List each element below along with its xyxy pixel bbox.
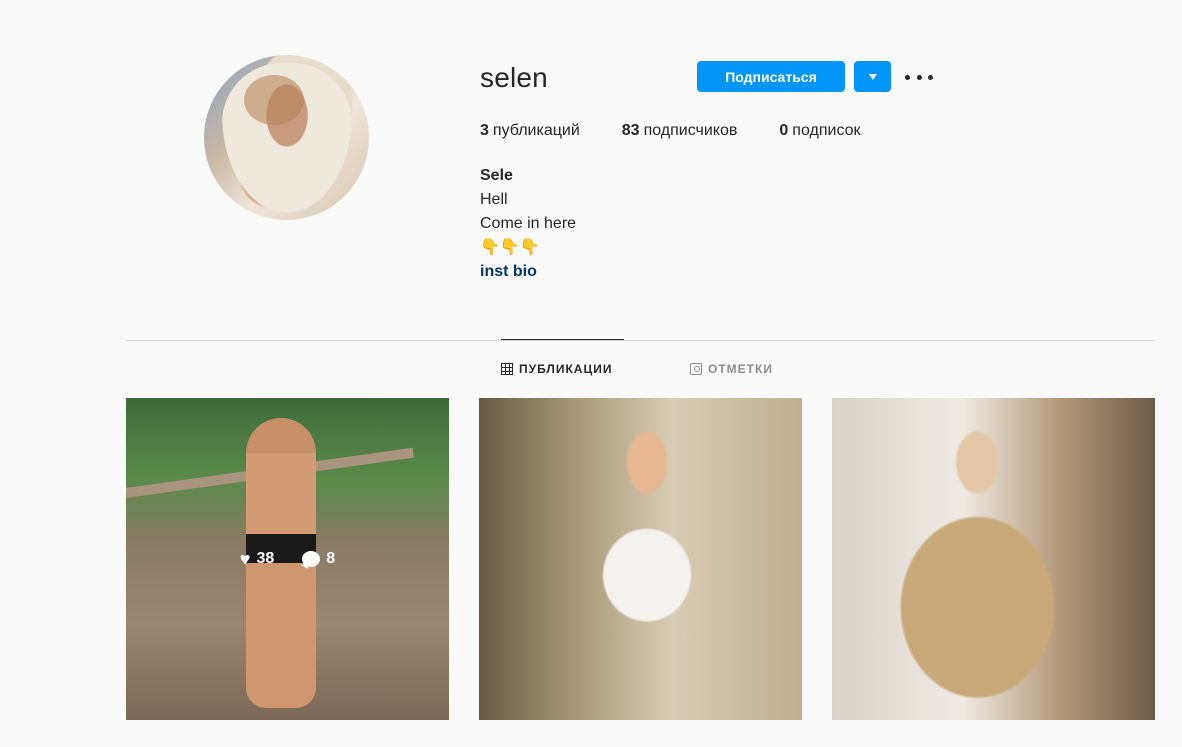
- chevron-down-icon: [868, 73, 877, 80]
- grid-icon: [501, 363, 513, 375]
- profile-username: selen: [480, 62, 548, 93]
- tab-posts-label: ПУБЛИКАЦИИ: [519, 362, 613, 376]
- post-thumbnail[interactable]: [479, 398, 802, 720]
- tab-posts[interactable]: ПУБЛИКАЦИИ: [501, 362, 612, 376]
- username-redaction: [555, 70, 675, 94]
- dot-icon: [905, 74, 910, 80]
- post-thumbnail[interactable]: ♥ 38 8: [126, 398, 449, 720]
- bio-emoji-line: 👇👇👇: [480, 239, 540, 256]
- post-likes-count: 38: [256, 550, 275, 567]
- heart-icon: ♥: [239, 549, 251, 569]
- followers-count-label: подписчиков: [643, 122, 738, 139]
- post-thumbnail[interactable]: [832, 398, 1155, 720]
- following-count-value: 0: [779, 122, 789, 139]
- more-options-button[interactable]: [905, 68, 933, 86]
- comment-icon: [301, 551, 321, 569]
- posts-count: 3 публикаций: [480, 122, 580, 140]
- followers-count[interactable]: 83 подписчиков: [622, 122, 738, 140]
- bio-redaction-1: [530, 170, 620, 186]
- post-likes: ♥ 38: [240, 550, 274, 568]
- bio-redaction-2: [520, 192, 865, 210]
- following-count-label: подписок: [792, 122, 861, 139]
- tab-tagged-label: ОТМЕТКИ: [708, 362, 773, 376]
- tag-icon: [690, 363, 702, 375]
- bio-redaction-3: [590, 268, 670, 288]
- avatar-detail: [244, 75, 304, 125]
- follow-button[interactable]: Подписаться: [697, 61, 845, 92]
- post-hover-overlay: ♥ 38 8: [126, 398, 449, 720]
- tabs-divider: [126, 340, 1155, 341]
- posts-count-label: публикаций: [492, 122, 580, 139]
- dot-icon: [928, 74, 933, 80]
- bio-link[interactable]: inst bio: [480, 260, 576, 284]
- active-tab-indicator: [501, 339, 624, 340]
- followers-count-value: 83: [621, 122, 640, 139]
- post-comments: 8: [301, 550, 336, 569]
- following-count[interactable]: 0 подписок: [779, 122, 860, 140]
- posts-count-value: 3: [480, 122, 489, 139]
- profile-avatar[interactable]: [204, 55, 369, 220]
- profile-stats: 3 публикаций 83 подписчиков 0 подписок: [480, 122, 903, 140]
- follow-options-button[interactable]: [854, 61, 891, 92]
- post-comments-count: 8: [326, 550, 336, 567]
- tab-tagged[interactable]: ОТМЕТКИ: [690, 362, 773, 376]
- bio-line-2: Come in here: [480, 215, 577, 232]
- dot-icon: [916, 74, 922, 80]
